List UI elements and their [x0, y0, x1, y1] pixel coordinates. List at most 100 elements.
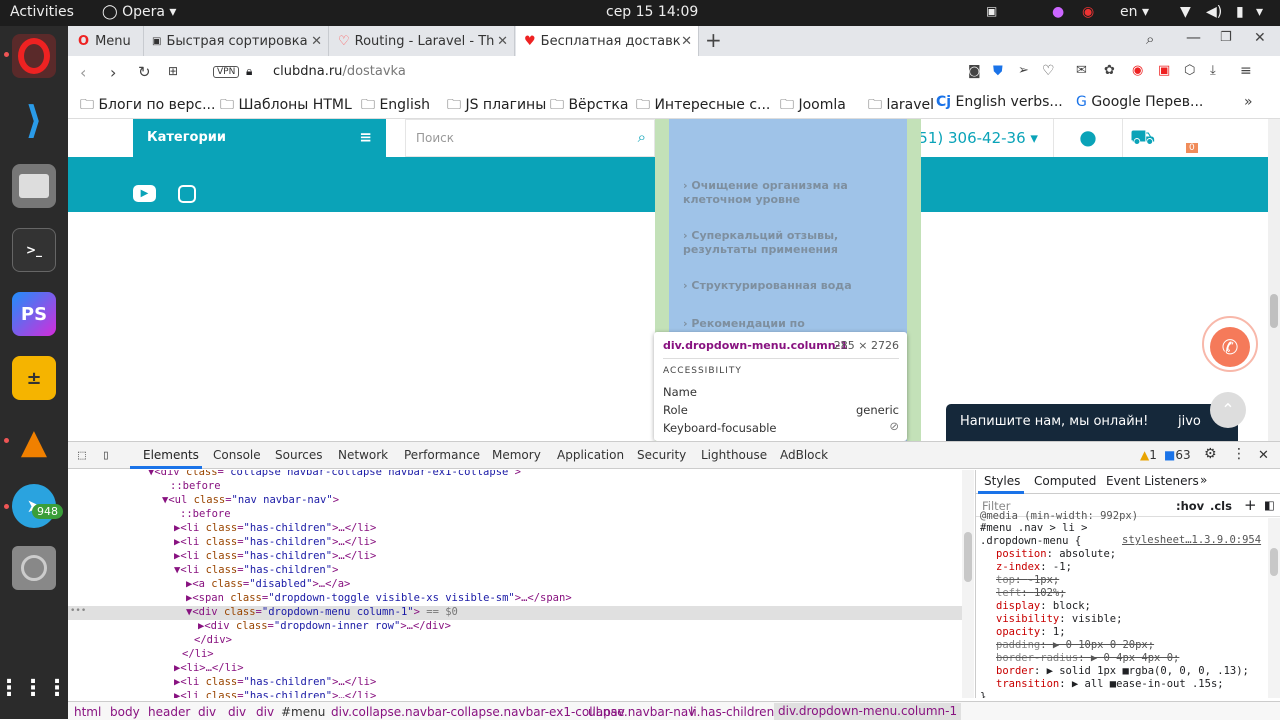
- css-selector[interactable]: .dropdown-menu {: [980, 535, 1081, 547]
- cart-icon[interactable]: ⛟: [1130, 125, 1155, 152]
- search-input[interactable]: Поиск ⌕: [405, 119, 655, 157]
- video-ext-icon[interactable]: ▣: [1158, 63, 1170, 78]
- bookmarks-overflow-icon[interactable]: »: [1244, 94, 1253, 110]
- dom-node[interactable]: ▼<li class="has-children">: [174, 564, 338, 576]
- dom-node[interactable]: </div>: [194, 634, 232, 646]
- dom-node[interactable]: ▶<div class="dropdown-inner row">…</div>: [198, 620, 451, 632]
- close-devtools-icon[interactable]: ✕: [1258, 448, 1269, 463]
- pseudo-element[interactable]: ::before: [170, 480, 221, 492]
- restore-button[interactable]: ❐: [1220, 30, 1232, 45]
- more-options-icon[interactable]: ⋮: [1232, 446, 1246, 462]
- wifi-icon[interactable]: ▼: [1180, 4, 1191, 20]
- opera-app-menu[interactable]: ◯ Opera ▾: [102, 4, 176, 20]
- css-declaration[interactable]: visibility: visible;: [996, 613, 1122, 625]
- extension-icon[interactable]: ✿: [1104, 63, 1115, 78]
- youtube-icon[interactable]: ▶: [133, 185, 156, 202]
- camera-icon[interactable]: ◙: [968, 64, 981, 79]
- bookmark-link[interactable]: Cj English verbs...: [936, 94, 1063, 110]
- css-declaration[interactable]: display: block;: [996, 600, 1091, 612]
- bookmark-folder[interactable]: 🗀︎ laravel: [868, 94, 934, 118]
- breadcrumb-item[interactable]: #menu: [281, 705, 325, 719]
- categories-button[interactable]: Категории ≡: [133, 119, 386, 157]
- opera-ext-icon[interactable]: ◉: [1132, 63, 1143, 78]
- bookmark-folder[interactable]: 🗀︎ Joomla: [780, 94, 846, 118]
- terminal-dock-icon[interactable]: >_: [12, 228, 56, 272]
- menu-item[interactable]: › Рекомендации по: [669, 317, 907, 330]
- hov-toggle[interactable]: :hov: [1176, 499, 1204, 513]
- calculator-dock-icon[interactable]: ±: [12, 356, 56, 400]
- devtools-tab-application[interactable]: Application: [557, 448, 624, 462]
- tray-icon[interactable]: ▣: [986, 4, 997, 18]
- node-actions-icon[interactable]: •••: [70, 606, 86, 616]
- send-icon[interactable]: ➢: [1018, 63, 1029, 78]
- vpn-badge[interactable]: VPN: [213, 66, 240, 78]
- css-declaration[interactable]: left: 102%;: [996, 587, 1066, 599]
- inspect-element-icon[interactable]: ⬚: [78, 448, 86, 463]
- dom-node[interactable]: ▶<li class="has-children">…</li>: [174, 690, 376, 698]
- css-declaration[interactable]: z-index: -1;: [996, 561, 1072, 573]
- breadcrumb-item[interactable]: ul.nav.navbar-nav: [588, 705, 695, 719]
- breadcrumb-item[interactable]: div.dropdown-menu.column-1: [774, 703, 962, 720]
- bookmark-folder[interactable]: 🗀︎ Интересные с...: [636, 94, 770, 118]
- dom-node[interactable]: ▶<li class="has-children">…</li>: [174, 522, 376, 534]
- pseudo-element[interactable]: ::before: [180, 508, 231, 520]
- battery-icon[interactable]: ▮: [1236, 4, 1244, 20]
- css-declaration[interactable]: padding: ▶ 0 10px 0 20px;: [996, 639, 1154, 651]
- scroll-top-icon[interactable]: ⌃: [1210, 392, 1246, 428]
- dom-node[interactable]: ▶<li class="has-children">…</li>: [174, 536, 376, 548]
- menu-item[interactable]: › Структурированная вода: [669, 279, 907, 292]
- dom-node[interactable]: ▶<a class="disabled">…</a>: [186, 578, 350, 590]
- opera-tray-icon[interactable]: ◉: [1082, 4, 1094, 20]
- menu-item[interactable]: › Очищение организма на клеточном уровне: [669, 179, 907, 207]
- tray-app-icon[interactable]: ●: [1052, 4, 1064, 20]
- new-rule-icon[interactable]: +: [1244, 496, 1257, 514]
- bookmark-folder[interactable]: 🗀︎ JS плагины: [447, 94, 546, 118]
- breadcrumb-item[interactable]: div: [198, 705, 216, 719]
- dom-scrollbar[interactable]: [962, 470, 974, 698]
- dom-node[interactable]: ▼<ul class="nav navbar-nav">: [162, 494, 339, 506]
- dom-node[interactable]: ▼<div class="dropdown-menu column-1"> ==…: [186, 606, 458, 618]
- devtools-tab-console[interactable]: Console: [213, 448, 261, 462]
- breadcrumb-item[interactable]: html: [74, 705, 101, 719]
- css-selector[interactable]: @media (min-width: 992px): [980, 510, 1138, 522]
- dom-node[interactable]: ▼<div class="collapse navbar-collapse na…: [148, 470, 521, 478]
- breadcrumb-item[interactable]: body: [110, 705, 140, 719]
- css-declaration[interactable]: opacity: 1;: [996, 626, 1066, 638]
- tab-quicksort[interactable]: ▣ Быстрая сортировка ✕: [144, 26, 329, 56]
- css-declaration[interactable]: transition: ▶ all ■ease-in-out .15s;: [996, 678, 1224, 690]
- reload-button[interactable]: ↻: [138, 63, 151, 81]
- account-icon[interactable]: ●: [1053, 119, 1123, 157]
- dom-node[interactable]: </li>: [182, 648, 214, 660]
- css-selector[interactable]: #menu .nav > li >: [980, 522, 1087, 534]
- speed-dial-icon[interactable]: ⊞: [168, 64, 178, 78]
- event-listeners-tab[interactable]: Event Listeners: [1106, 474, 1199, 488]
- scrollbar-thumb[interactable]: [1270, 294, 1278, 328]
- devtools-tab-memory[interactable]: Memory: [492, 448, 541, 462]
- dom-node[interactable]: ▶<li class="has-children">…</li>: [174, 676, 376, 688]
- clock[interactable]: сер 15 14:09: [606, 4, 698, 20]
- instagram-icon[interactable]: [178, 185, 196, 203]
- mail-icon[interactable]: ✉: [1076, 63, 1087, 78]
- css-declaration[interactable]: top: -1px;: [996, 574, 1059, 586]
- bookmark-folder[interactable]: 🗀︎ Вёрстка: [550, 94, 628, 118]
- devtools-tab-elements[interactable]: Elements: [143, 448, 199, 462]
- message-counter[interactable]: ■63: [1164, 448, 1191, 462]
- disk-dock-icon[interactable]: [12, 546, 56, 590]
- phone-call-icon[interactable]: ✆: [1210, 327, 1250, 367]
- tab-laravel-routing[interactable]: ♡ Routing - Laravel - Th ✕: [330, 26, 515, 56]
- devtools-tab-sources[interactable]: Sources: [275, 448, 322, 462]
- shield-icon[interactable]: ⛊: [993, 64, 1003, 79]
- system-menu-icon[interactable]: ▾: [1256, 4, 1263, 20]
- bookmark-folder[interactable]: 🗀︎ Шаблоны HTML: [220, 94, 352, 118]
- volume-icon[interactable]: ◀): [1206, 4, 1222, 20]
- breadcrumb-item[interactable]: li.has-children: [690, 705, 774, 719]
- devtools-tab-adblock[interactable]: AdBlock: [780, 448, 828, 462]
- menu-item[interactable]: › Суперкальций отзывы, результаты примен…: [669, 229, 907, 257]
- phpstorm-dock-icon[interactable]: PS: [12, 292, 56, 336]
- bookmark-link[interactable]: G Google Перев...: [1076, 94, 1203, 110]
- css-declaration[interactable]: border: ▶ solid 1px ■rgba(0, 0, 0, .13);: [996, 665, 1249, 677]
- language-indicator[interactable]: en ▾: [1120, 4, 1149, 20]
- show-apps-icon[interactable]: ⋮⋮⋮: [0, 666, 68, 710]
- page-scrollbar[interactable]: [1268, 119, 1280, 441]
- back-button[interactable]: ‹: [80, 63, 86, 82]
